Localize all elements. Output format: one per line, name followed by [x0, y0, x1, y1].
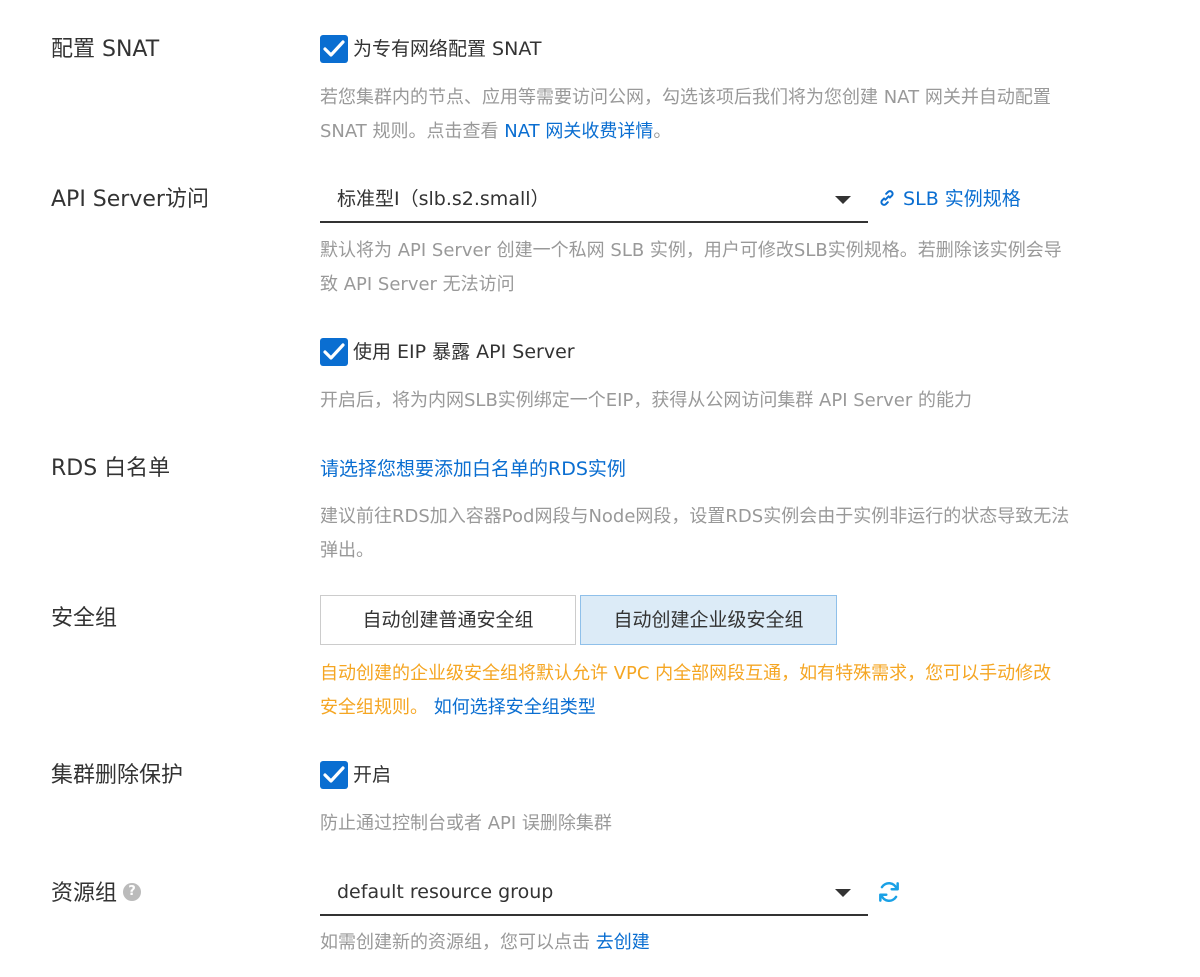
- security-group-warning-line2: 安全组规则。 如何选择安全组类型: [320, 691, 596, 725]
- eip-description: 开启后，将为内网SLB实例绑定一个EIP，获得从公网访问集群 API Serve…: [320, 390, 973, 411]
- snat-label: 配置 SNAT: [51, 37, 160, 62]
- snat-checkbox[interactable]: [320, 35, 348, 63]
- create-resource-group-link[interactable]: 去创建: [596, 932, 650, 953]
- link-icon: [880, 190, 894, 206]
- api-server-label: API Server访问: [51, 187, 209, 212]
- normal-security-group-option[interactable]: 自动创建普通安全组: [320, 595, 576, 645]
- slb-spec-link[interactable]: SLB 实例规格: [903, 188, 1021, 210]
- rds-label: RDS 白名单: [51, 456, 171, 481]
- snat-description-line1: 若您集群内的节点、应用等需要访问公网，勾选该项后我们将为您创建 NAT 网关并自…: [320, 87, 1051, 108]
- eip-checkbox[interactable]: [320, 338, 348, 366]
- snat-desc-suffix: 。: [653, 121, 672, 142]
- resource-group-desc-text: 如需创建新的资源组，您可以点击: [320, 932, 596, 953]
- help-icon[interactable]: ?: [123, 883, 142, 901]
- resource-group-select[interactable]: default resource group: [320, 870, 868, 916]
- checkmark-icon: [323, 343, 345, 360]
- api-server-description-line1: 默认将为 API Server 创建一个私网 SLB 实例，用户可修改SLB实例…: [320, 240, 1062, 261]
- security-group-type-link[interactable]: 如何选择安全组类型: [434, 697, 596, 718]
- security-group-warning-text: 安全组规则。: [320, 697, 434, 718]
- rds-select-link[interactable]: 请选择您想要添加白名单的RDS实例: [320, 454, 626, 484]
- refresh-button[interactable]: [876, 879, 902, 909]
- resource-group-description: 如需创建新的资源组，您可以点击 去创建: [320, 926, 650, 960]
- rds-description-line1: 建议前往RDS加入容器Pod网段与Node网段，设置RDS实例会由于实例非运行的…: [320, 506, 1070, 527]
- security-group-warning-line1: 自动创建的企业级安全组将默认允许 VPC 内全部网段互通，如有特殊需求，您可以手…: [320, 663, 1052, 684]
- resource-group-label-wrap: 资源组?: [51, 879, 142, 909]
- enterprise-security-group-option[interactable]: 自动创建企业级安全组: [580, 595, 837, 645]
- snat-description-line2: SNAT 规则。点击查看 NAT 网关收费详情。: [320, 115, 671, 149]
- snat-desc-text: SNAT 规则。点击查看: [320, 121, 505, 142]
- api-server-description-line2: 致 API Server 无法访问: [320, 274, 515, 295]
- nat-pricing-link[interactable]: NAT 网关收费详情: [504, 121, 653, 142]
- checkmark-icon: [323, 40, 345, 57]
- delete-protection-checkbox-label[interactable]: 开启: [353, 761, 391, 789]
- eip-checkbox-label[interactable]: 使用 EIP 暴露 API Server: [353, 338, 575, 366]
- slb-spec-select-value: 标准型I（slb.s2.small）: [337, 188, 550, 210]
- caret-down-icon: [835, 889, 851, 897]
- security-group-label: 安全组: [51, 606, 118, 631]
- delete-protection-description: 防止通过控制台或者 API 误删除集群: [320, 813, 612, 834]
- rds-description-line2: 弹出。: [320, 540, 374, 561]
- checkmark-icon: [323, 766, 345, 783]
- slb-spec-select[interactable]: 标准型I（slb.s2.small）: [320, 177, 868, 223]
- slb-spec-link-wrap[interactable]: SLB 实例规格: [877, 185, 1021, 213]
- refresh-icon: [879, 882, 899, 902]
- resource-group-label: 资源组: [51, 881, 118, 906]
- delete-protection-label: 集群删除保护: [51, 763, 184, 788]
- delete-protection-checkbox[interactable]: [320, 761, 348, 789]
- snat-checkbox-label[interactable]: 为专有网络配置 SNAT: [353, 35, 541, 63]
- caret-down-icon: [835, 196, 851, 204]
- resource-group-select-value: default resource group: [337, 881, 554, 903]
